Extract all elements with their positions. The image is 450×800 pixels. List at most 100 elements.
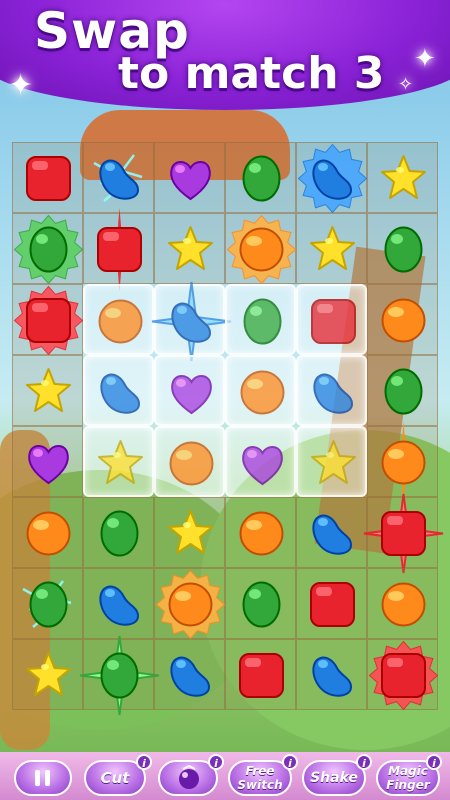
magic-finger-label-line2: Finger: [386, 778, 430, 792]
board-cell[interactable]: [225, 142, 296, 213]
board-cell-glass[interactable]: [83, 284, 154, 355]
board-cell[interactable]: [225, 497, 296, 568]
board-cell[interactable]: [154, 639, 225, 710]
board-cell[interactable]: [83, 142, 154, 213]
board-cell-glass[interactable]: [83, 426, 154, 497]
board-cell[interactable]: [12, 497, 83, 568]
board-cell[interactable]: [12, 284, 84, 356]
sparkle-icon: ✦: [8, 68, 34, 103]
board-cell[interactable]: [79, 635, 160, 716]
shake-count-badge: i: [356, 754, 372, 770]
board-cell[interactable]: [154, 497, 225, 568]
yellow-star-candy: [311, 440, 356, 484]
purple-heart-candy: [170, 161, 211, 201]
sparkle-icon: ✧: [398, 74, 414, 95]
board-cell[interactable]: [83, 568, 154, 639]
green-oval-candy: [243, 298, 282, 345]
candy-icon: [179, 765, 199, 789]
board-cell-glass[interactable]: [296, 426, 367, 497]
board-cell[interactable]: [225, 639, 296, 710]
red-square-candy: [26, 156, 71, 201]
yellow-star-candy: [168, 510, 213, 554]
blue-bean-candy-burst: [297, 143, 368, 214]
board-cell[interactable]: [296, 568, 367, 639]
blue-bean-candy-cross: [151, 281, 232, 362]
blue-bean-candy-lightning: [93, 154, 143, 202]
green-oval-candy-lightning: [22, 580, 72, 628]
orange-round-candy: [98, 299, 143, 344]
green-oval-candy: [100, 510, 139, 557]
board-cell[interactable]: [154, 568, 226, 640]
green-oval-candy-cross: [79, 635, 160, 716]
board-cell[interactable]: [363, 493, 444, 574]
board-cell[interactable]: [367, 568, 438, 639]
blue-bean-candy: [170, 656, 211, 697]
red-square-candy: [310, 582, 355, 627]
board-cell-glass[interactable]: [154, 355, 225, 426]
green-oval-candy: [242, 155, 281, 202]
board-cell[interactable]: [296, 213, 367, 284]
board-cell[interactable]: [367, 142, 438, 213]
board-cell[interactable]: [296, 497, 367, 568]
purple-heart-candy: [171, 375, 212, 415]
free-switch-count-badge: i: [282, 754, 298, 770]
magic-finger-button[interactable]: Magic Finger i: [376, 754, 442, 796]
red-square-candy-burst: [368, 640, 439, 711]
magic-finger-count-badge: i: [426, 754, 442, 770]
blue-bean-candy: [313, 373, 354, 414]
yellow-star-candy: [310, 226, 355, 270]
board-cell[interactable]: [154, 142, 225, 213]
board-cell[interactable]: [367, 213, 438, 284]
board-cell[interactable]: [225, 568, 296, 639]
board-cell[interactable]: [367, 355, 438, 426]
free-switch-label-line1: Free: [245, 764, 275, 778]
purple-heart-candy: [242, 446, 283, 486]
yellow-star-candy: [26, 652, 71, 696]
banner-title-line2: to match 3: [118, 48, 385, 99]
orange-round-candy-vline: [381, 421, 426, 504]
board-cell[interactable]: [367, 421, 438, 504]
board-cell[interactable]: [225, 213, 297, 285]
orange-round-candy: [381, 582, 426, 627]
orange-round-candy: [240, 370, 285, 415]
title-banner: Swap to match 3 ✦ ✦ ✧: [0, 0, 450, 118]
board-cell[interactable]: [12, 426, 83, 497]
cut-button[interactable]: Cut i: [84, 754, 152, 796]
board-cell[interactable]: [12, 568, 83, 639]
board-cell[interactable]: [296, 142, 368, 214]
orange-round-candy-burst: [226, 214, 297, 285]
blue-bean-candy: [100, 373, 141, 414]
red-square-candy: [239, 653, 284, 698]
cut-count-badge: i: [136, 754, 152, 770]
board-cell-glass[interactable]: [83, 355, 154, 426]
board-cell-glass[interactable]: [296, 355, 367, 426]
red-square-candy-burst: [13, 285, 84, 356]
board-cell[interactable]: [83, 497, 154, 568]
free-switch-label-line2: Switch: [237, 778, 283, 792]
board-cell[interactable]: [154, 213, 225, 284]
orange-round-candy: [26, 511, 71, 556]
board-cell[interactable]: [12, 639, 83, 710]
candy-booster-button[interactable]: i: [158, 754, 224, 796]
board-cell[interactable]: [367, 639, 439, 711]
board-cell-glass[interactable]: [225, 284, 296, 355]
board-cell-glass[interactable]: [225, 355, 296, 426]
board-cell[interactable]: [296, 639, 367, 710]
board-cell-glass[interactable]: [151, 281, 232, 362]
board-cell[interactable]: [12, 142, 83, 213]
board-cell-glass[interactable]: [154, 426, 225, 497]
board-cell[interactable]: [12, 213, 84, 285]
sparkle-icon: ✦: [414, 44, 436, 74]
board-cell[interactable]: [12, 355, 83, 426]
board-cell-glass[interactable]: [225, 426, 296, 497]
free-switch-button[interactable]: Free Switch i: [228, 754, 298, 796]
pause-button[interactable]: [14, 760, 72, 796]
blue-bean-candy: [99, 585, 140, 626]
board-cell-glass[interactable]: [296, 284, 367, 355]
board-cell[interactable]: [367, 284, 438, 355]
green-oval-candy: [242, 581, 281, 628]
blue-bean-candy: [312, 514, 353, 555]
board-cell[interactable]: [83, 208, 154, 291]
shake-button[interactable]: Shake i: [302, 754, 372, 796]
yellow-star-candy: [381, 155, 426, 199]
